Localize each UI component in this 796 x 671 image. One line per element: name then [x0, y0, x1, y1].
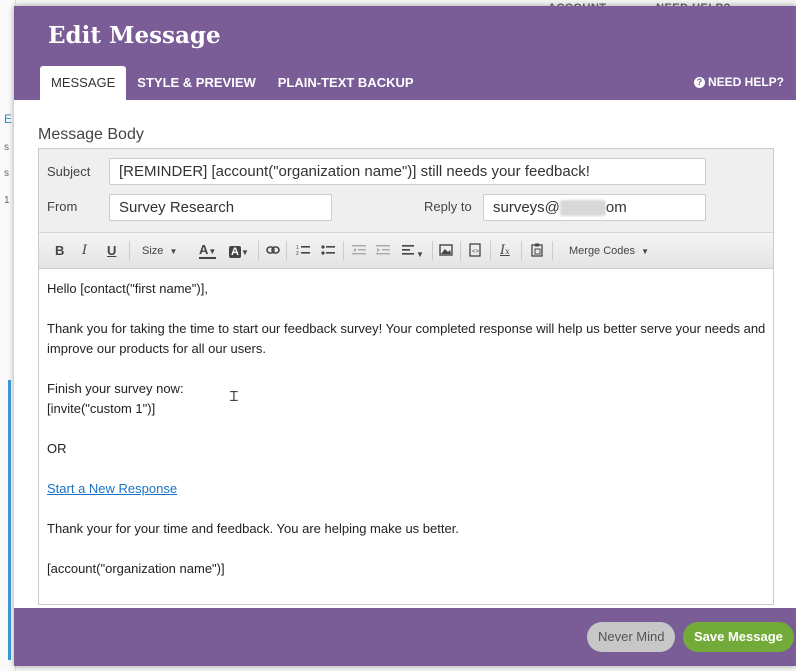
bg-letter: s	[4, 168, 9, 179]
redacted-blur	[559, 200, 606, 217]
editor-toolbar: B I U Size ▼ A▼ A ▼ 12 ▼ <> Ix Merge Cod…	[39, 233, 773, 269]
link-icon[interactable]	[266, 243, 280, 259]
svg-text:2: 2	[296, 251, 299, 257]
modal-footer: Never Mind Save Message	[14, 608, 796, 666]
header-fields: Subject [REMINDER] [account("organizatio…	[39, 149, 773, 233]
indent-icon[interactable]	[376, 243, 390, 259]
reply-to-suffix: om	[605, 199, 627, 216]
section-title: Message Body	[38, 126, 144, 143]
tab-style-preview[interactable]: STYLE & PREVIEW	[126, 66, 266, 100]
tab-bar: MESSAGE STYLE & PREVIEW PLAIN-TEXT BACKU…	[40, 66, 425, 100]
toolbar-divider	[460, 241, 461, 261]
never-mind-button[interactable]: Never Mind	[587, 622, 676, 652]
subject-label: Subject	[47, 164, 91, 179]
size-label: Size	[142, 245, 164, 257]
font-color-button[interactable]: A▼	[199, 242, 217, 259]
chevron-down-icon: ▼	[208, 247, 217, 256]
italic-button[interactable]: I	[82, 243, 87, 259]
chevron-down-icon: ▼	[240, 248, 249, 257]
reply-to-label: Reply to	[424, 199, 472, 214]
from-input[interactable]: Survey Research	[109, 194, 332, 221]
need-help-link[interactable]: ? NEED HELP?	[693, 75, 784, 89]
text-cursor-icon: Ɪ	[230, 388, 238, 404]
merge-codes-dropdown[interactable]: Merge Codes ▼	[569, 243, 649, 259]
outdent-icon[interactable]	[352, 243, 366, 259]
font-size-dropdown[interactable]: Size ▼	[142, 243, 177, 259]
message-body[interactable]: Hello [contact("first name")], Thank you…	[47, 279, 767, 599]
bg-color-letter: A	[229, 246, 241, 258]
tab-message[interactable]: MESSAGE	[40, 66, 127, 100]
bg-letter: E	[4, 112, 13, 126]
toolbar-divider	[432, 241, 433, 261]
chevron-down-icon: ▼	[169, 247, 178, 256]
bold-button[interactable]: B	[55, 243, 64, 259]
close-icon: x	[505, 247, 510, 256]
underline-button[interactable]: U	[107, 243, 116, 259]
merge-codes-label: Merge Codes	[569, 245, 636, 257]
subject-input[interactable]: [REMINDER] [account("organization name")…	[109, 158, 706, 185]
font-color-letter: A	[199, 242, 209, 257]
toolbar-divider	[258, 241, 259, 261]
toolbar-divider	[129, 241, 130, 261]
tab-plain-text-backup[interactable]: PLAIN-TEXT BACKUP	[267, 66, 425, 100]
message-editor: Subject [REMINDER] [account("organizatio…	[38, 148, 774, 605]
toolbar-divider	[521, 241, 522, 261]
start-new-response-link[interactable]: Start a New Response	[47, 481, 177, 496]
toolbar-divider	[490, 241, 491, 261]
body-paragraph: Thank you for taking the time to start o…	[47, 321, 766, 356]
body-thanks: Thank your for your time and feedback. Y…	[47, 521, 459, 536]
edit-message-modal: Edit Message MESSAGE STYLE & PREVIEW PLA…	[14, 6, 796, 666]
bg-letter: 1	[4, 195, 10, 206]
body-greeting: Hello [contact("first name")],	[47, 281, 208, 296]
modal-title: Edit Message	[48, 22, 221, 49]
chevron-down-icon: ▼	[641, 247, 650, 256]
numbered-list-icon[interactable]: 12	[296, 243, 310, 259]
bullet-list-icon[interactable]	[321, 243, 335, 259]
reply-to-input[interactable]: surveys@ om	[483, 194, 706, 221]
body-finish-line: Finish your survey now:	[47, 381, 184, 396]
reply-to-prefix: surveys@	[493, 199, 560, 216]
background-color-button[interactable]: A ▼	[229, 243, 249, 259]
toolbar-divider	[286, 241, 287, 261]
bg-letter: s	[4, 142, 9, 153]
align-dropdown[interactable]: ▼	[402, 243, 424, 259]
body-invite-code: [invite("custom 1")]	[47, 401, 156, 416]
chevron-down-icon: ▼	[416, 250, 424, 259]
bg-accent-stripe	[8, 380, 11, 660]
svg-text:<>: <>	[472, 249, 480, 255]
toolbar-divider	[552, 241, 553, 261]
clear-format-button[interactable]: Ix	[500, 243, 510, 259]
question-icon: ?	[693, 76, 705, 88]
source-code-icon[interactable]: <>	[468, 243, 482, 259]
toolbar-divider	[343, 241, 344, 261]
save-message-button[interactable]: Save Message	[683, 622, 794, 652]
from-label: From	[47, 199, 78, 214]
modal-header: Edit Message MESSAGE STYLE & PREVIEW PLA…	[14, 6, 796, 100]
body-or: OR	[47, 441, 67, 456]
body-signature: [account("organization name")]	[47, 561, 225, 576]
need-help-label: NEED HELP?	[707, 75, 784, 89]
image-icon[interactable]	[439, 243, 453, 259]
paste-icon[interactable]	[530, 243, 544, 259]
